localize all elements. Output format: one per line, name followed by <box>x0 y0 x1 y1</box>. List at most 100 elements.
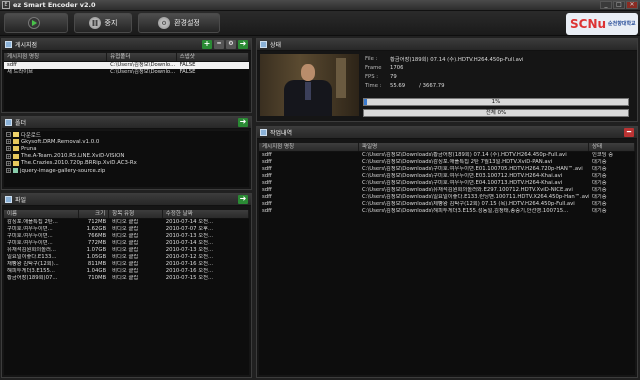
tree-item[interactable]: + The.A-Team.2010.R5.LiNE.XviD-VISION <box>4 153 249 160</box>
table-row[interactable]: 구미호.여우누이뎐... 772MB 비디오 클립 2010-07-14 오전... <box>4 240 249 247</box>
column-header[interactable]: 크기 <box>79 210 110 218</box>
table-cell: C:\Users\김정모\Downloads\제빵왕 김탁구(12회) 07.1… <box>362 201 575 207</box>
table-cell: 비디오 클립 <box>112 233 139 239</box>
table-cell: sdff <box>262 152 272 158</box>
table-row[interactable]: sdff C:\Users\김정모\Downloads\감싱포.애플특집 2탄 7… <box>259 159 635 166</box>
table-cell: 일요일이좋다.E133... <box>7 254 57 260</box>
table-cell: 구미호.여우누이뎐... <box>7 226 53 232</box>
column-header[interactable]: 이름 <box>4 210 80 218</box>
column-header[interactable]: 상태 <box>589 143 635 151</box>
time-key: Time : <box>365 82 382 89</box>
column-header[interactable]: 수정한 날짜 <box>163 210 249 218</box>
play-button[interactable] <box>4 13 68 33</box>
table-row[interactable]: sdff C:\Users\김정모\Downlo... FALSE <box>4 62 249 69</box>
watch-go-button[interactable]: ➜ <box>238 40 248 49</box>
table-row[interactable]: 재빵왕 김탁구(12회)... 811MB 비디오 클립 2010-07-16 오전.… <box>4 261 249 268</box>
tree-item-label: 다운로드 <box>21 132 41 139</box>
folder-icon <box>13 139 19 145</box>
table-row[interactable]: sdff C:\Users\김정모\Downloads\구미호.여우누이뎐.E03… <box>259 173 635 180</box>
file-go-button[interactable]: ➜ <box>238 195 248 204</box>
table-cell: 대기중 <box>592 173 607 179</box>
table-row[interactable]: sdff C:\Users\김정모\Downloads\해피투게더3.E155.성… <box>259 208 635 215</box>
folder-go-button[interactable]: ➜ <box>238 118 248 127</box>
file-panel-title: 파일 <box>15 197 27 204</box>
table-row[interactable]: 구미호.여우누이뎐... 766MB 비디오 클립 2010-07-13 오전... <box>4 233 249 240</box>
tree-item[interactable]: + Pruna <box>4 145 249 152</box>
table-row[interactable]: sdff C:\Users\김정모\Downloads\제빵왕 김탁구(12회) … <box>259 201 635 208</box>
table-row[interactable]: 유재석김원희의놀러... 1.07GB 비디오 클립 2010-07-13 오전... <box>4 247 249 254</box>
close-button[interactable]: ✕ <box>626 1 638 9</box>
expand-icon[interactable]: + <box>6 146 11 152</box>
maximize-button[interactable]: □ <box>613 1 625 9</box>
tree-item-downloads[interactable]: − 다운로드 <box>4 131 249 139</box>
table-row[interactable]: 감싱포.애플특집 2탄... 712MB 비디오 클립 2010-07-14 오전..… <box>4 219 249 226</box>
table-cell: 대기중 <box>592 201 607 207</box>
table-cell: sdff <box>262 180 272 186</box>
remove-watch-button[interactable]: ━ <box>214 40 224 49</box>
table-cell: 2010-07-16 오전... <box>165 268 213 274</box>
column-header[interactable]: 파일명 <box>359 143 589 151</box>
table-cell: sdff <box>262 173 272 179</box>
logo-subtext: 순천향대학교 <box>608 21 636 27</box>
table-cell: sdff <box>262 201 272 207</box>
tree-item[interactable]: + Gkysoft.DRM.Removal.v1.0.0 <box>4 138 249 145</box>
table-row[interactable]: 새 드라이브 C:\Users\김정모\Downlo... FALSE <box>4 69 249 76</box>
table-cell: C:\Users\김정모\Downloads\유재석김원희의놀러와.E297.1… <box>362 187 573 193</box>
table-row[interactable]: 황금어장(189회)07... 710MB 비디오 클립 2010-07-15 오전.… <box>4 275 249 282</box>
expand-icon[interactable]: + <box>6 168 11 174</box>
remove-job-button[interactable]: ━ <box>624 128 634 137</box>
collapse-icon[interactable]: − <box>6 132 11 138</box>
table-cell: 구미호.여우누이뎐... <box>7 240 53 246</box>
table-cell: 2010-07-15 오전... <box>165 275 213 281</box>
panel-icon <box>5 41 12 48</box>
table-row[interactable]: sdff C:\Users\김정모\Downloads\구미호.여우누이뎐.E01… <box>259 166 635 173</box>
panel-icon <box>260 41 267 48</box>
folder-panel-header: 폴더 ➜ <box>2 117 251 129</box>
table-cell: 대기중 <box>592 194 607 200</box>
expand-icon[interactable]: + <box>6 160 11 166</box>
table-cell: 2010-07-16 오전... <box>165 261 213 267</box>
watch-panel: 게시지점 + ━ ⚙ ➜ 게시지점 명칭 유첩폴더 스넵샷 sdff C:\Us… <box>1 38 252 113</box>
expand-icon[interactable]: + <box>6 153 11 159</box>
table-cell: 감싱포.애플특집 2탄... <box>7 219 58 225</box>
expand-icon[interactable]: + <box>6 139 11 145</box>
tree-item-label: Gkysoft.DRM.Removal.v1.0.0 <box>21 138 100 145</box>
table-cell: 비디오 클립 <box>112 275 139 281</box>
table-cell: 비디오 클립 <box>112 240 139 246</box>
column-header[interactable]: 스넵샷 <box>177 53 249 61</box>
column-header[interactable]: 게시지점 명칭 <box>4 53 108 61</box>
table-row[interactable]: sdff C:\Users\김정모\Downloads\구미호.여우누이뎐.E04… <box>259 180 635 187</box>
tree-item[interactable]: + The.Crazies.2010.720p.BRRip.XviD.AC3-R… <box>4 160 249 167</box>
folder-panel-title: 폴더 <box>15 120 27 127</box>
gear-icon: ⚙ <box>158 17 171 29</box>
table-row[interactable]: 구미호.여우누이뎐... 1.62GB 비디오 클립 2010-07-07 오후... <box>4 226 249 233</box>
table-cell: C:\Users\김정모\Downloads\해피투게더3.E155.성동일,김… <box>362 208 569 214</box>
tree-item-label: Pruna <box>21 145 37 152</box>
column-header[interactable]: 게시지점 명칭 <box>259 143 359 151</box>
file-table-header: 이름 크기 항목 유형 수정한 날짜 <box>4 210 249 219</box>
table-cell: C:\Users\김정모\Downlo... <box>110 69 176 75</box>
column-header[interactable]: 유첩폴더 <box>107 53 177 61</box>
table-row[interactable]: sdff C:\Users\김정모\Downloads\유재석김원희의놀러와.E2… <box>259 187 635 194</box>
column-header[interactable]: 항목 유형 <box>109 210 163 218</box>
title-bar: E ez Smart Encoder v2.0 _ □ ✕ <box>0 0 640 11</box>
watch-settings-button[interactable]: ⚙ <box>226 40 236 49</box>
folder-icon <box>13 153 19 159</box>
file-key: File : <box>365 55 378 62</box>
table-row[interactable]: sdff C:\Users\김정모\Downloads\일요일이좋다.E133.런… <box>259 194 635 201</box>
table-row[interactable]: sdff C:\Users\김정모\Downloads\황금어장(189회) 07… <box>259 152 635 159</box>
table-cell: 비디오 클립 <box>112 226 139 232</box>
pause-button[interactable]: 중지 <box>74 13 132 33</box>
table-cell: 인코딩 중 <box>592 152 614 158</box>
play-icon <box>28 17 40 29</box>
file-progress-label: 1% <box>491 99 501 105</box>
overall-progress-label: 전체 0% <box>485 110 507 116</box>
tree-item[interactable]: + jquery-image-gallery-source.zip <box>4 167 249 174</box>
table-cell: 766MB <box>87 233 107 239</box>
add-watch-button[interactable]: + <box>202 40 212 49</box>
table-cell: 유재석김원희의놀러... <box>7 247 56 253</box>
minimize-button[interactable]: _ <box>600 1 612 9</box>
table-row[interactable]: 해피투게더3.E155... 1.04GB 비디오 클립 2010-07-16 오전.… <box>4 268 249 275</box>
table-row[interactable]: 일요일이좋다.E133... 1.05GB 비디오 클립 2010-07-12 오전.… <box>4 254 249 261</box>
settings-button[interactable]: ⚙ 환경설정 <box>138 13 220 33</box>
